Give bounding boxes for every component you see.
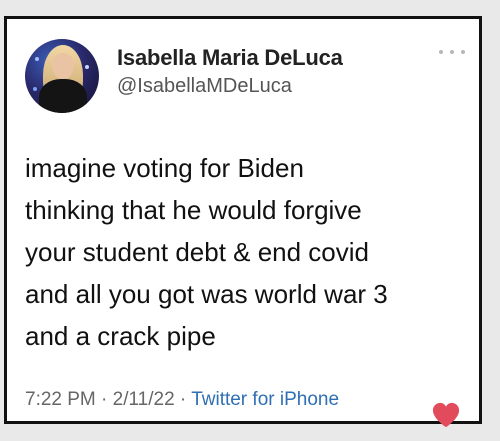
- tweet-card: Isabella Maria DeLuca @IsabellaMDeLuca i…: [4, 16, 482, 428]
- tweet-source-link[interactable]: Twitter for iPhone: [191, 389, 339, 410]
- meta-separator: ·: [179, 389, 187, 410]
- heart-icon[interactable]: [431, 401, 461, 429]
- tweet-date[interactable]: 2/11/22: [113, 389, 175, 410]
- avatar[interactable]: [25, 39, 99, 113]
- more-options-icon[interactable]: [439, 47, 465, 57]
- heart-shape: [432, 402, 460, 428]
- dot: [450, 50, 454, 54]
- avatar-light: [33, 87, 37, 91]
- meta-separator: ·: [101, 389, 108, 410]
- user-handle[interactable]: @IsabellaMDeLuca: [117, 75, 292, 98]
- screenshot-frame: Isabella Maria DeLuca @IsabellaMDeLuca i…: [0, 0, 500, 441]
- dot: [439, 50, 443, 54]
- dot: [461, 50, 465, 54]
- avatar-body: [39, 79, 87, 113]
- tweet-text: imagine voting for Biden thinking that h…: [25, 153, 388, 351]
- avatar-light: [85, 65, 89, 69]
- tweet-time[interactable]: 7:22 PM: [25, 389, 96, 410]
- avatar-face: [52, 53, 74, 79]
- tweet-meta: 7:22 PM · 2/11/22 · Twitter for iPhone: [25, 389, 339, 411]
- display-name[interactable]: Isabella Maria DeLuca: [117, 45, 343, 71]
- avatar-light: [35, 57, 39, 61]
